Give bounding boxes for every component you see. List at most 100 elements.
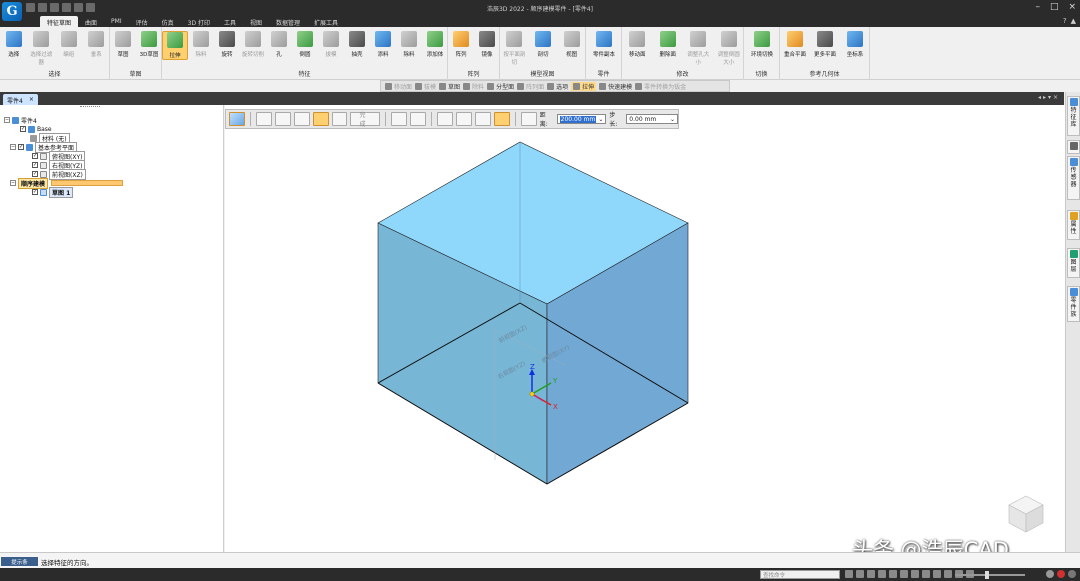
ribbon-tool-button[interactable]: 旋转	[214, 31, 240, 58]
close-icon[interactable]: ×	[1068, 2, 1076, 12]
add-material-icon[interactable]	[391, 112, 408, 126]
ribbon-tool-button[interactable]: 调整孔大小	[685, 31, 711, 66]
extrude-step-icon[interactable]	[229, 112, 245, 126]
ribbon-tool-button[interactable]: 倒圆	[292, 31, 318, 58]
visibility-checkbox[interactable]: ✓	[32, 189, 38, 195]
subbar-item[interactable]: 分型面	[487, 82, 514, 91]
symmetric-icon[interactable]	[520, 112, 537, 126]
ribbon-tool-button[interactable]: 按平面剖切	[501, 31, 527, 66]
ribbon-tool-button[interactable]: 抽壳	[344, 31, 370, 58]
error-indicator-icon[interactable]	[1057, 570, 1065, 578]
ribbon-tab[interactable]: 评估	[129, 16, 155, 27]
ribbon-tab[interactable]: 曲面	[78, 16, 104, 27]
tree-group-sequence[interactable]: − 顺序建模	[10, 177, 49, 189]
view-cube[interactable]	[1005, 493, 1047, 535]
select-chain-icon[interactable]	[274, 112, 291, 126]
ribbon-tool-button[interactable]: 3D草图	[136, 31, 162, 58]
ribbon-tool-button[interactable]: 选择过滤器	[28, 31, 54, 66]
select-face-icon[interactable]	[255, 112, 272, 126]
panel-grip[interactable]	[80, 106, 100, 108]
expand-icon[interactable]: −	[10, 180, 16, 186]
app-logo[interactable]: G	[2, 2, 22, 21]
ribbon-tab[interactable]: 仿真	[155, 16, 181, 27]
dock-tab-layers[interactable]	[1067, 140, 1080, 154]
dropdown-chevron-icon[interactable]: ⌄	[598, 116, 603, 123]
extent-icon[interactable]	[312, 112, 329, 126]
doc-tab-part4[interactable]: 零件4 ×	[3, 94, 38, 105]
ribbon-tool-button[interactable]: 剖切	[530, 31, 556, 58]
dock-tab-feature-library[interactable]: 特征库	[1067, 96, 1080, 136]
doc-tab-nav-icons[interactable]: ◂▸▾×	[1038, 94, 1060, 101]
ribbon-tool-button[interactable]: 拔模	[318, 31, 344, 58]
ribbon-tool-button[interactable]: 除料	[188, 31, 214, 58]
command-search-input[interactable]: 查找命令	[760, 570, 840, 579]
fit-icon[interactable]	[867, 570, 875, 578]
maximize-icon[interactable]: □	[1050, 2, 1059, 12]
ribbon-tool-button[interactable]: 镜像	[474, 31, 500, 58]
subbar-item[interactable]: 拉伸	[571, 81, 597, 91]
select-region-icon[interactable]	[293, 112, 310, 126]
subbar-item[interactable]: 草图	[439, 82, 460, 91]
treatment-icon[interactable]	[331, 112, 348, 126]
distance-input[interactable]: 200.00 mm ⌄	[556, 114, 607, 124]
info-icon[interactable]	[1068, 570, 1076, 578]
ribbon-tab[interactable]: PMI	[104, 16, 129, 27]
ribbon-tool-button[interactable]: 阵列	[448, 31, 474, 58]
view-orient-icon[interactable]	[900, 570, 908, 578]
pan-icon[interactable]	[878, 570, 886, 578]
minimize-icon[interactable]: –	[1035, 2, 1040, 12]
step-input[interactable]: 0.00 mm ⌄	[626, 114, 678, 124]
done-button[interactable]: 完成	[350, 112, 381, 128]
zoom-slider-handle[interactable]	[985, 571, 989, 579]
doc-tab-close-icon[interactable]: ×	[29, 96, 34, 105]
zoom-slider-track[interactable]	[955, 574, 1025, 576]
sequence-rollback-bar[interactable]	[51, 180, 123, 186]
ribbon-tab[interactable]: 3D 打印	[181, 16, 217, 27]
from-to-icon[interactable]	[456, 112, 472, 126]
graphics-viewport[interactable]: 前视图(XZ) 右视图(YZ) 俯视图(XY) Z X Y 完成 距离: 200…	[225, 105, 1065, 562]
dock-tab-layers-text[interactable]: 图层	[1067, 248, 1080, 278]
rotate-icon[interactable]	[889, 570, 897, 578]
subbar-item[interactable]: 快速建模	[599, 82, 632, 91]
ribbon-tool-button[interactable]: 旋转切削	[240, 31, 266, 58]
dropdown-chevron-icon[interactable]: ⌄	[670, 116, 675, 123]
ribbon-tool-button[interactable]: 垂系	[83, 31, 109, 58]
ribbon-tool-button[interactable]: 环境切换	[749, 31, 775, 58]
ribbon-tool-button[interactable]: 编组	[56, 31, 82, 58]
ribbon-tool-button[interactable]: 孔	[266, 31, 292, 58]
expand-icon[interactable]: −	[10, 144, 16, 150]
ribbon-tool-button[interactable]: 重合平面	[782, 31, 808, 58]
dock-tab-part-family[interactable]: 零件族	[1067, 286, 1080, 322]
ribbon-tool-button[interactable]: 添加体	[422, 31, 448, 58]
shading-icon[interactable]	[911, 570, 919, 578]
display-icon[interactable]	[933, 570, 941, 578]
remove-material-icon[interactable]	[410, 112, 427, 126]
dock-tab-properties[interactable]: 属性	[1067, 210, 1080, 240]
ribbon-tool-button[interactable]: 删除面	[655, 31, 681, 58]
extent-type-icon[interactable]	[437, 112, 454, 126]
ribbon-tab[interactable]: 工具	[217, 16, 243, 27]
subbar-item[interactable]: 零件转换为钣金	[635, 82, 686, 91]
ribbon-tool-button[interactable]: 坐标系	[842, 31, 868, 58]
zoom-icon[interactable]	[856, 570, 864, 578]
ribbon-tool-button[interactable]: 草图	[110, 31, 136, 58]
collapse-ribbon-icon[interactable]: ▲	[1071, 17, 1076, 25]
ribbon-tab[interactable]: 数据管理	[269, 16, 307, 27]
finite-extent-icon[interactable]	[493, 112, 510, 126]
ribbon-tool-button[interactable]: 视图	[559, 31, 585, 58]
ribbon-tool-button[interactable]: 除料	[396, 31, 422, 58]
extruded-block-graphic[interactable]: 前视图(XZ) 右视图(YZ) 俯视图(XY) Z X Y	[225, 105, 1065, 552]
settings-icon[interactable]	[1046, 570, 1054, 578]
subbar-item[interactable]: 拔模	[415, 82, 436, 91]
visibility-checkbox[interactable]: ✓	[18, 144, 24, 150]
zoom-area-icon[interactable]	[845, 570, 853, 578]
subbar-item[interactable]: 选项	[547, 82, 568, 91]
ribbon-tool-button[interactable]: 调整倒圆大小	[716, 31, 742, 66]
ribbon-tab[interactable]: 视图	[243, 16, 269, 27]
subbar-item[interactable]: 除料	[463, 82, 484, 91]
ribbon-tool-button[interactable]: 移动面	[624, 31, 650, 58]
ribbon-tool-button[interactable]: 选择	[1, 31, 27, 58]
expand-icon[interactable]: −	[4, 117, 10, 123]
sketch-view-icon[interactable]	[922, 570, 930, 578]
ribbon-tool-button[interactable]: 零件副本	[591, 31, 617, 58]
